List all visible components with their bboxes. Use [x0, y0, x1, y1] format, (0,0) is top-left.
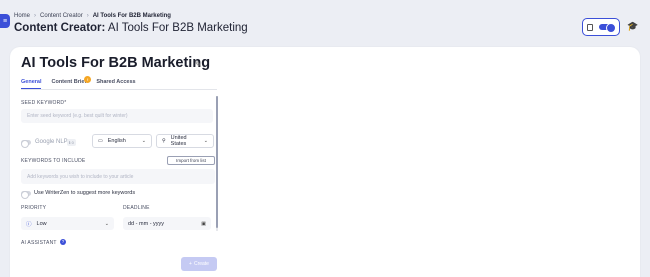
import-from-list-button[interactable]: Import from list [167, 156, 215, 165]
breadcrumb-current: AI Tools For B2B Marketing [92, 13, 171, 19]
language-value: English [107, 138, 126, 144]
scrollbar-thumb[interactable] [216, 96, 218, 228]
notification-badge: ! [84, 76, 92, 83]
priority-select[interactable]: ⓘ Low ⌄ [21, 217, 114, 230]
graduation-cap-icon[interactable]: 🎓 [626, 19, 640, 33]
tab-general[interactable]: General [21, 79, 42, 89]
calendar-icon[interactable]: ▣ [201, 221, 206, 227]
tab-bar: General Content Brief ! Shared Access [21, 76, 217, 90]
flag-icon: ▭ [98, 138, 103, 144]
priority-value: Low [36, 220, 47, 227]
page-title-prefix: Content Creator: [14, 22, 106, 34]
document-title: AI Tools For B2B Marketing [21, 55, 211, 71]
deadline-value: dd - mm - yyyy [128, 220, 165, 227]
scrollbar[interactable] [216, 96, 218, 231]
keywords-input[interactable]: Add keywords you wish to include to your… [21, 169, 215, 184]
tab-shared-access[interactable]: Shared Access [96, 79, 135, 89]
language-select[interactable]: ▭ English ⌄ [92, 134, 152, 148]
chevron-down-icon: ⌄ [203, 138, 208, 144]
toggle-switch[interactable] [599, 23, 616, 33]
page-title-name: AI Tools For B2B Marketing [105, 22, 248, 34]
seed-keyword-input[interactable]: Enter seed keyword (e.g. best quilt for … [21, 109, 213, 123]
priority-label: PRIORITY [21, 205, 47, 211]
create-button-label: Create [193, 261, 209, 267]
location-value: United States [170, 135, 187, 147]
seed-keyword-label: SEED KEYWORD* [21, 100, 67, 106]
tab-content-brief-label: Content Brief [51, 79, 87, 85]
pencil-icon[interactable]: ✎ [195, 60, 202, 69]
info-icon: ⓘ [26, 221, 32, 228]
editor-card: AI Tools For B2B Marketing ✎ General Con… [10, 47, 640, 277]
menu-icon[interactable]: ≡ [0, 14, 10, 28]
google-nlp-toggle[interactable] [21, 139, 31, 148]
chevron-right-icon: › [34, 13, 37, 19]
location-select[interactable]: ⚲ United States ⌄ [156, 134, 214, 148]
tab-content-brief[interactable]: Content Brief ! [51, 76, 92, 89]
chevron-right-icon: › [86, 13, 89, 19]
writerzen-toggle[interactable] [21, 190, 31, 199]
breadcrumb: Home › Content Creator › AI Tools For B2… [14, 13, 171, 19]
page-title: Content Creator: AI Tools For B2B Market… [14, 22, 248, 34]
google-nlp-badge: ℹ 0 [67, 139, 76, 146]
breadcrumb-home[interactable]: Home [14, 13, 30, 19]
google-nlp-label: Google NLP [35, 139, 68, 145]
chevron-down-icon: ⌄ [104, 220, 109, 227]
document-icon [587, 23, 593, 31]
breadcrumb-content-creator[interactable]: Content Creator [40, 13, 83, 19]
question-icon[interactable]: ? [60, 239, 66, 245]
pin-icon: ⚲ [162, 138, 166, 144]
view-toggle[interactable] [582, 18, 620, 36]
writerzen-label: Use WriterZen to suggest more keywords [34, 190, 136, 196]
deadline-input[interactable]: dd - mm - yyyy ▣ [123, 217, 211, 230]
create-button[interactable]: + Create [181, 257, 217, 271]
chevron-down-icon: ⌄ [141, 138, 146, 144]
plus-icon: + [189, 261, 192, 267]
ai-assistant-label: AI ASSISTANT [21, 240, 57, 246]
deadline-label: DEADLINE [123, 205, 150, 211]
keywords-label: KEYWORDS TO INCLUDE [21, 158, 86, 164]
